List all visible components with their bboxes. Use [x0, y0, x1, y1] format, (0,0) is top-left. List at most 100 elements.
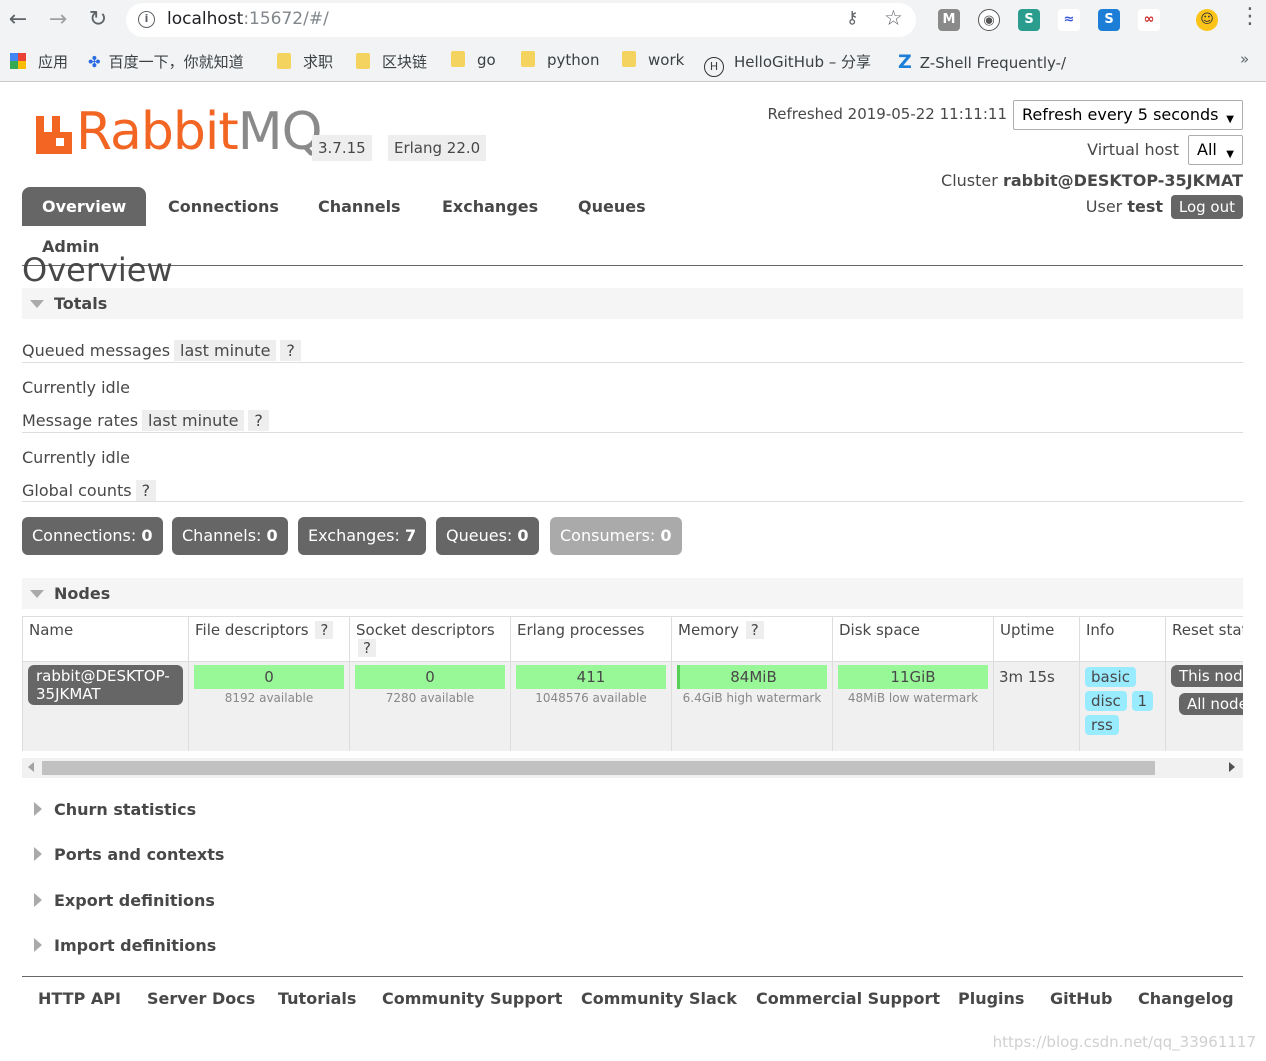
- folder-icon: [356, 53, 370, 69]
- wave-extension-icon[interactable]: ≈: [1058, 9, 1080, 31]
- column-header-info: Info: [1079, 616, 1166, 662]
- expanded-triangle-icon: [30, 300, 44, 308]
- scrollbar-thumb[interactable]: [42, 761, 1155, 775]
- help-button[interactable]: ?: [315, 621, 334, 639]
- export-definitions-section[interactable]: Export definitions: [22, 889, 215, 913]
- s-blue-extension-icon[interactable]: S: [1098, 9, 1120, 31]
- uptime-cell: 3m 15s: [993, 661, 1080, 751]
- consumers-count-button[interactable]: Consumers: 0: [550, 517, 682, 555]
- reset-all-nodes-button[interactable]: All nodes: [1179, 693, 1243, 715]
- churn-statistics-section[interactable]: Churn statistics: [22, 798, 196, 822]
- nodes-section-header[interactable]: Nodes: [22, 578, 1243, 609]
- channels-count-button[interactable]: Channels: 0: [172, 517, 288, 555]
- divider: [22, 362, 1243, 363]
- scroll-right-arrow-icon[interactable]: [1229, 762, 1235, 772]
- queues-count-button[interactable]: Queues: 0: [436, 517, 539, 555]
- ports-contexts-section[interactable]: Ports and contexts: [22, 843, 224, 867]
- bookmark-folder-python[interactable]: python: [521, 51, 599, 69]
- totals-section-header[interactable]: Totals: [22, 288, 1243, 319]
- bookmarks-overflow-icon[interactable]: »: [1240, 50, 1249, 68]
- footer-link-community-slack[interactable]: Community Slack: [581, 989, 737, 1008]
- footer-link-server-docs[interactable]: Server Docs: [147, 989, 255, 1008]
- column-header-socket-descriptors: Socket descriptors ?: [349, 616, 511, 662]
- refresh-interval-select[interactable]: Refresh every 5 seconds ▼: [1013, 100, 1243, 130]
- footer-link-commercial-support[interactable]: Commercial Support: [756, 989, 940, 1008]
- key-icon[interactable]: ⚷: [846, 8, 858, 28]
- tab-exchanges[interactable]: Exchanges: [422, 187, 558, 226]
- help-button[interactable]: ?: [745, 621, 764, 639]
- rates-help-button[interactable]: ?: [248, 410, 269, 431]
- s-extension-icon[interactable]: S: [1018, 9, 1040, 31]
- bookmark-apps[interactable]: 应用: [10, 51, 68, 72]
- tab-channels[interactable]: Channels: [298, 187, 421, 226]
- footer-link-github[interactable]: GitHub: [1050, 989, 1113, 1008]
- forward-arrow-icon[interactable]: →: [44, 6, 72, 34]
- collapsed-triangle-icon: [34, 893, 42, 907]
- rates-period-toggle[interactable]: last minute: [142, 410, 245, 431]
- dropdown-arrow-icon: ▼: [1226, 114, 1234, 125]
- exchanges-count-button[interactable]: Exchanges: 7: [298, 517, 427, 555]
- info-tag-rss[interactable]: rss: [1085, 715, 1119, 735]
- tab-queues[interactable]: Queues: [558, 187, 666, 226]
- collapsed-triangle-icon: [34, 847, 42, 861]
- info-tag-disc[interactable]: disc: [1085, 691, 1127, 711]
- rabbitmq-page: RabbitMQTM 3.7.15 Erlang 22.0 Refreshed …: [0, 83, 1266, 1061]
- footer-link-http-api[interactable]: HTTP API: [38, 989, 121, 1008]
- info-tag-basic[interactable]: basic: [1085, 667, 1136, 687]
- site-info-icon[interactable]: i: [138, 11, 155, 28]
- bookmark-folder-go[interactable]: go: [451, 51, 496, 69]
- bookmark-zshell[interactable]: Z Z-Shell Frequently-/: [898, 51, 1066, 73]
- global-help-button[interactable]: ?: [135, 480, 157, 501]
- scroll-left-arrow-icon[interactable]: [28, 762, 34, 772]
- import-definitions-section[interactable]: Import definitions: [22, 934, 216, 958]
- watermark-text: https://blog.csdn.net/qq_33961117: [992, 1033, 1256, 1051]
- footer-link-community-support[interactable]: Community Support: [382, 989, 562, 1008]
- nodes-table: Name File descriptors ? Socket descripto…: [22, 616, 1243, 751]
- rates-idle-text: Currently idle: [22, 448, 130, 467]
- column-header-erlang-processes: Erlang processes: [510, 616, 672, 662]
- divider: [22, 501, 1243, 502]
- tab-overview[interactable]: Overview: [22, 187, 147, 226]
- help-button[interactable]: ?: [358, 639, 376, 657]
- global-counts-label: Global counts?: [22, 480, 157, 501]
- info-tag-count[interactable]: 1: [1131, 691, 1154, 711]
- rabbitmq-logo-icon: [36, 116, 72, 154]
- bookmark-hellogithub[interactable]: H HelloGitHub – 分享: [704, 51, 871, 77]
- reload-icon[interactable]: ↻: [84, 6, 112, 34]
- chat-extension-icon[interactable]: ◉: [978, 9, 1000, 31]
- node-name-cell: rabbit@DESKTOP-35JKMAT: [22, 661, 189, 751]
- footer-link-tutorials[interactable]: Tutorials: [278, 989, 356, 1008]
- back-arrow-icon[interactable]: ←: [4, 6, 32, 34]
- apps-grid-icon: [10, 53, 26, 69]
- bookmark-folder-work[interactable]: work: [622, 51, 684, 69]
- node-name-link[interactable]: rabbit@DESKTOP-35JKMAT: [28, 665, 183, 705]
- bookmark-baidu[interactable]: ✤ 百度一下，你就知道: [88, 51, 244, 72]
- column-header-disk-space: Disk space: [832, 616, 994, 662]
- message-rates-label: Message rates last minute?: [22, 410, 269, 431]
- connections-count-button[interactable]: Connections: 0: [22, 517, 163, 555]
- fd-bar: 0: [194, 665, 344, 689]
- browser-menu-icon[interactable]: ⋮: [1239, 4, 1261, 29]
- sd-available: 7280 available: [385, 691, 475, 705]
- glasses-extension-icon[interactable]: ∞: [1138, 9, 1160, 31]
- queued-help-button[interactable]: ?: [280, 340, 301, 361]
- collapsed-triangle-icon: [34, 802, 42, 816]
- disk-watermark: 48MiB low watermark: [847, 691, 979, 705]
- queued-period-toggle[interactable]: last minute: [174, 340, 277, 361]
- bookmark-star-icon[interactable]: ☆: [884, 6, 903, 30]
- emoji-extension-icon[interactable]: ☺: [1196, 9, 1218, 31]
- footer-link-changelog[interactable]: Changelog: [1138, 989, 1234, 1008]
- gmail-extension-icon[interactable]: M: [938, 9, 960, 31]
- footer-link-plugins[interactable]: Plugins: [958, 989, 1024, 1008]
- folder-icon: [521, 51, 535, 67]
- expanded-triangle-icon: [30, 590, 44, 598]
- column-header-uptime: Uptime: [993, 616, 1080, 662]
- nodes-horizontal-scrollbar[interactable]: [22, 758, 1243, 778]
- address-bar[interactable]: i localhost:15672/#/ ⚷ ☆: [126, 3, 916, 37]
- bookmark-folder-jobs[interactable]: 求职: [277, 51, 333, 72]
- address-url[interactable]: localhost:15672/#/: [167, 9, 329, 29]
- reset-this-node-button[interactable]: This node: [1171, 665, 1243, 687]
- virtual-host-select[interactable]: All ▼: [1188, 135, 1243, 165]
- tab-connections[interactable]: Connections: [148, 187, 299, 226]
- bookmark-folder-blockchain[interactable]: 区块链: [356, 51, 427, 72]
